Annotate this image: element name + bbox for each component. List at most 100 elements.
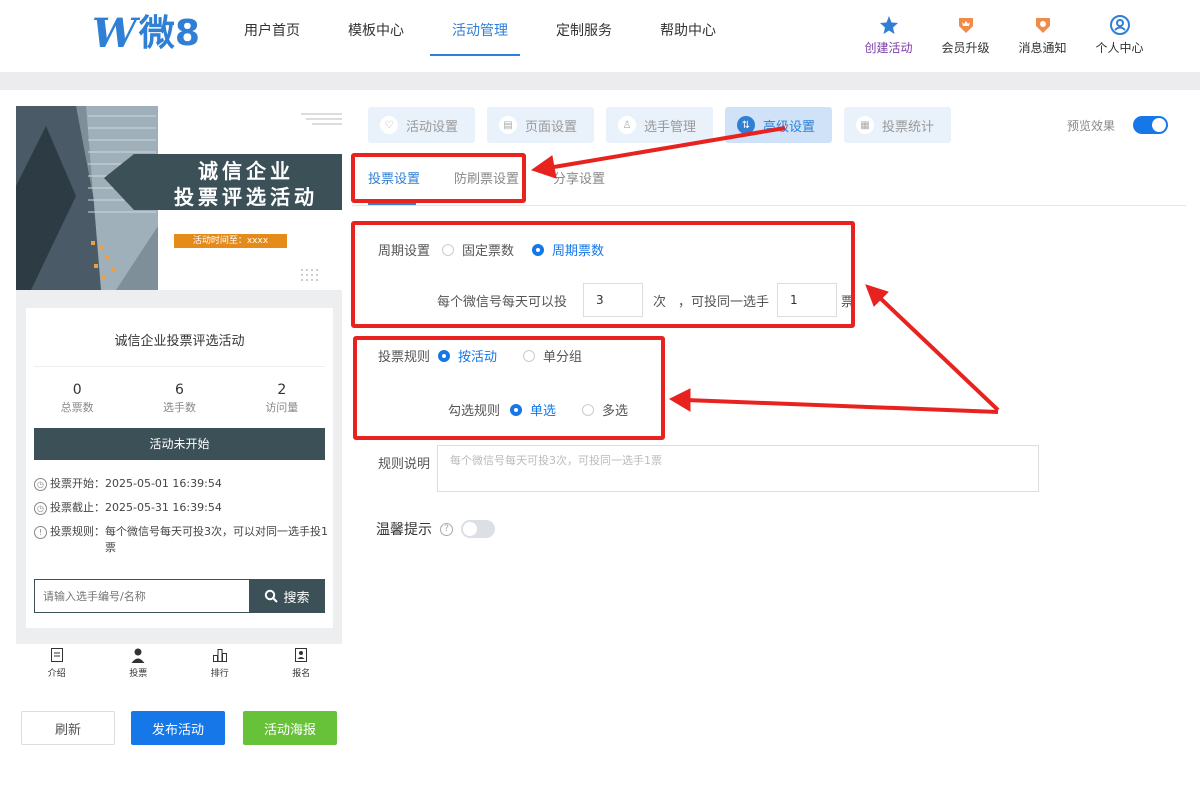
arrow-head-rule xyxy=(668,388,691,412)
stat-total-votes: 0 总票数 xyxy=(32,382,122,415)
step-label: 活动设置 xyxy=(406,119,459,135)
crown-badge-icon xyxy=(955,14,977,36)
person-icon xyxy=(131,648,145,663)
step-label: 选手管理 xyxy=(644,119,697,135)
search-icon xyxy=(265,589,279,603)
tab-ranking[interactable]: 排行 xyxy=(179,644,261,684)
preview-toggle[interactable] xyxy=(1133,116,1168,134)
activity-info-card: 诚信企业投票评选活动 0 总票数 6 选手数 2 访问量 活动未开始 ◷ 投票开… xyxy=(26,308,333,628)
vote-end-line: ◷ 投票截止： 2025-05-31 16:39:54 xyxy=(34,500,329,516)
member-upgrade-label: 会员升级 xyxy=(941,41,990,55)
top-header: W 微8 用户首页 模板中心 活动管理 定制服务 帮助中心 创建活动 会员升级 … xyxy=(0,0,1200,72)
nav-help-center[interactable]: 帮助中心 xyxy=(636,0,740,60)
activity-stats: 0 总票数 6 选手数 2 访问量 xyxy=(26,382,333,415)
personal-center-label: 个人中心 xyxy=(1095,41,1144,55)
tab-signup[interactable]: 报名 xyxy=(261,644,343,684)
info-icon: ! xyxy=(34,526,47,539)
activity-banner: 诚信企业 投票评选活动 活动时间至：xxxx xyxy=(16,106,342,290)
sliders-icon: ⇅ xyxy=(737,116,755,134)
nav-active-underline xyxy=(430,54,520,56)
arrow-head-period xyxy=(865,284,889,307)
subtab-share-settings[interactable]: 分享设置 xyxy=(553,168,605,187)
contestant-search: 搜索 xyxy=(34,579,325,613)
tab-signup-label: 报名 xyxy=(292,669,311,679)
tab-ranking-label: 排行 xyxy=(210,669,229,679)
step-advanced-settings[interactable]: ⇅ 高级设置 xyxy=(725,107,832,143)
create-activity-label: 创建活动 xyxy=(864,41,913,55)
personal-center-button[interactable]: 个人中心 xyxy=(1081,14,1158,56)
logo[interactable]: W 微8 xyxy=(92,14,200,54)
clock-icon: ◷ xyxy=(34,478,47,491)
search-input[interactable] xyxy=(34,579,249,613)
settings-steps: ♡ 活动设置 ▤ 页面设置 ♙ 选手管理 ⇅ 高级设置 ▦ 投票统计 xyxy=(368,107,963,143)
publish-activity-button[interactable]: 发布活动 xyxy=(131,711,225,745)
vote-start-label: 投票开始： xyxy=(50,477,105,490)
member-upgrade-button[interactable]: 会员升级 xyxy=(927,14,1004,56)
step-label: 高级设置 xyxy=(763,119,816,135)
stat-value: 0 xyxy=(72,382,82,398)
step-vote-statistics[interactable]: ▦ 投票统计 xyxy=(844,107,951,143)
user-icon: ♙ xyxy=(618,116,636,134)
annotation-box-period xyxy=(351,221,855,328)
banner-time: 活动时间至：xxxx xyxy=(174,234,287,248)
arrow-to-rule xyxy=(685,398,999,414)
stat-contestants: 6 选手数 xyxy=(134,382,224,415)
user-circle-icon xyxy=(1109,14,1131,36)
create-activity-button[interactable]: 创建活动 xyxy=(850,14,927,56)
main-nav: 用户首页 模板中心 活动管理 定制服务 帮助中心 xyxy=(220,0,740,72)
search-button[interactable]: 搜索 xyxy=(249,579,325,613)
arrow-to-period xyxy=(876,294,1000,412)
vote-start-value: 2025-05-01 16:39:54 xyxy=(105,477,222,490)
annotation-box-subtabs xyxy=(351,153,526,203)
mobile-tabbar: 介绍 投票 排行 报名 xyxy=(16,644,342,684)
document-icon xyxy=(50,648,63,662)
nav-template-center[interactable]: 模板中心 xyxy=(324,0,428,60)
annotation-box-rule xyxy=(353,336,665,440)
step-page-settings[interactable]: ▤ 页面设置 xyxy=(487,107,594,143)
step-label: 页面设置 xyxy=(525,119,578,135)
rule-desc-row: 规则说明 xyxy=(378,453,430,472)
stat-label: 总票数 xyxy=(60,401,94,414)
ranking-icon xyxy=(212,649,227,662)
bell-badge-icon xyxy=(1032,14,1054,36)
step-label: 投票统计 xyxy=(882,119,935,135)
tab-intro[interactable]: 介绍 xyxy=(16,644,98,684)
notifications-label: 消息通知 xyxy=(1018,41,1067,55)
logo-text: 微8 xyxy=(138,13,200,54)
header-divider xyxy=(0,72,1200,90)
chart-icon: ▦ xyxy=(856,116,874,134)
card-divider xyxy=(34,366,325,367)
banner-title: 诚信企业 投票评选活动 xyxy=(156,158,336,210)
star-icon xyxy=(878,14,900,36)
stat-label: 选手数 xyxy=(162,401,196,414)
rule-desc-textarea[interactable]: 每个微信号每天可投3次，可投同一选手1票 xyxy=(437,445,1039,492)
activity-poster-button[interactable]: 活动海报 xyxy=(243,711,337,745)
help-icon[interactable]: ? xyxy=(440,522,453,536)
card-title: 诚信企业投票评选活动 xyxy=(114,334,245,349)
nav-user-home[interactable]: 用户首页 xyxy=(220,0,324,60)
nav-custom-service[interactable]: 定制服务 xyxy=(532,0,636,60)
nav-activity-management[interactable]: 活动管理 xyxy=(428,0,532,60)
warm-tip-toggle[interactable] xyxy=(461,520,495,538)
stat-value: 2 xyxy=(277,382,287,398)
id-card-icon xyxy=(295,648,308,662)
notifications-button[interactable]: 消息通知 xyxy=(1004,14,1081,56)
vote-end-label: 投票截止： xyxy=(50,501,105,514)
page-icon: ▤ xyxy=(499,116,517,134)
vote-rule-label: 投票规则： xyxy=(50,525,105,538)
preview-toggle-label: 预览效果 xyxy=(1067,119,1116,133)
rule-desc-label: 规则说明 xyxy=(378,457,431,472)
step-activity-settings[interactable]: ♡ 活动设置 xyxy=(368,107,475,143)
tab-vote[interactable]: 投票 xyxy=(98,644,180,684)
subtab-active-underline xyxy=(368,203,416,205)
warm-tip-label: 温馨提示 xyxy=(376,522,432,538)
step-contestant-management[interactable]: ♙ 选手管理 xyxy=(606,107,713,143)
stat-visits: 2 访问量 xyxy=(237,382,327,415)
vote-rule-value: 每个微信号每天可投3次，可以对同一选手投1票 xyxy=(105,525,328,554)
refresh-button[interactable]: 刷新 xyxy=(21,711,115,745)
heart-icon: ♡ xyxy=(380,116,398,134)
stat-value: 6 xyxy=(175,382,184,398)
activity-rules: ◷ 投票开始： 2025-05-01 16:39:54 ◷ 投票截止： 2025… xyxy=(34,476,329,564)
tab-intro-label: 介绍 xyxy=(47,669,66,679)
vote-end-value: 2025-05-31 16:39:54 xyxy=(105,501,222,514)
